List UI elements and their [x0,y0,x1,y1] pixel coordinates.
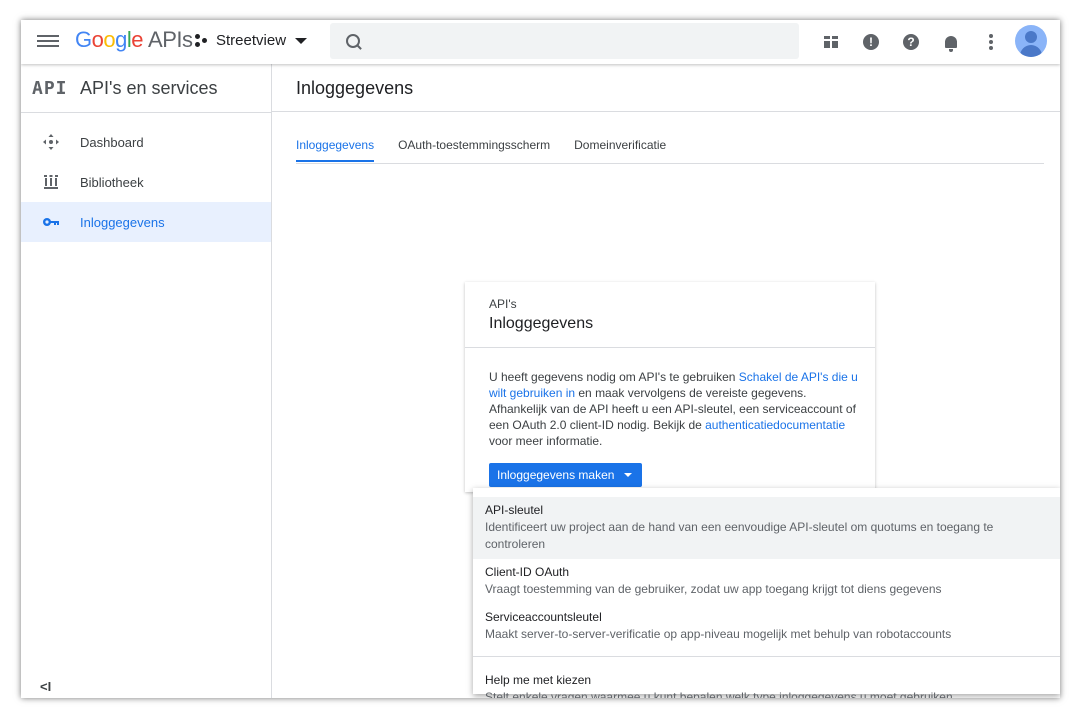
card-eyebrow: API's [489,297,517,311]
desc-text: U heeft gegevens nodig om API's te gebru… [489,370,739,384]
menu-item-help-me-choose[interactable]: Help me met kiezen Stelt enkele vragen w… [473,667,1060,698]
create-credentials-menu: API-sleutel Identificeert uw project aan… [473,488,1060,698]
logo-letter: o [91,27,104,52]
menu-item-title: Help me met kiezen [485,673,592,687]
sidebar-item-credentials[interactable]: Inloggegevens [21,202,271,242]
sidebar-item-label: Dashboard [80,134,144,150]
sidebar-item-library[interactable]: Bibliotheek [21,162,271,202]
tab-domain-verification[interactable]: Domeinverificatie [574,138,666,162]
menu-item-description: Vraagt toestemming van de gebruiker, zod… [485,582,942,596]
tab-credentials[interactable]: Inloggegevens [296,138,375,162]
auth-docs-link[interactable]: authenticatiedocumentatie [705,418,845,432]
search-icon [346,34,360,48]
collapse-sidebar-icon[interactable]: <I [40,679,51,694]
card-description: U heeft gegevens nodig om API's te gebru… [489,369,859,449]
menu-item-oauth-client-id[interactable]: Client-ID OAuth Vraagt toestemming van d… [473,559,1060,604]
logo-letter: g [115,27,127,52]
logo-letter: G [75,27,92,52]
menu-icon[interactable] [37,32,59,52]
project-icon [195,33,209,49]
button-label: Inloggegevens maken [497,468,615,482]
menu-item-api-key[interactable]: API-sleutel Identificeert uw project aan… [473,497,1060,559]
menu-item-title: Serviceaccountsleutel [485,610,602,624]
chevron-down-icon [295,37,308,44]
logo-letter: e [131,27,144,52]
help-icon[interactable]: ? [899,30,923,54]
project-selector[interactable]: Streetview [195,32,308,49]
desc-text: voor meer informatie. [489,434,603,448]
logo-letter: o [103,27,116,52]
menu-item-description: Stelt enkele vragen waarmee u kunt bepal… [485,690,953,698]
console-window: Google APIs Streetview ! ? API API's en s… [21,20,1060,698]
more-vert-icon[interactable] [979,30,1003,54]
library-icon [21,175,80,189]
sidebar-title: API's en services [80,77,218,98]
sidebar-item-label: Bibliotheek [80,174,144,190]
feedback-icon[interactable]: ! [859,30,883,54]
search-input[interactable] [370,23,794,61]
project-name: Streetview [216,32,287,49]
google-apis-logo[interactable]: Google APIs [75,27,193,53]
sidebar: API API's en services Dashboard Biblioth… [21,64,272,698]
sidebar-item-label: Inloggegevens [80,214,165,230]
dashboard-icon [21,134,80,150]
logo-suffix: APIs [148,27,193,52]
page-title: Inloggegevens [272,64,1060,112]
notifications-icon[interactable] [939,30,963,54]
menu-item-description: Maakt server-to-server-verificatie op ap… [485,627,952,641]
gift-icon[interactable] [819,30,843,54]
credentials-card: API's Inloggegevens U heeft gegevens nod… [465,282,875,492]
tab-bar: Inloggegevens OAuth-toestemmingsscherm D… [296,138,1044,164]
tab-oauth-consent[interactable]: OAuth-toestemmingsscherm [398,138,550,162]
sidebar-header: API API's en services [21,64,271,113]
card-divider [465,347,875,348]
menu-item-title: Client-ID OAuth [485,565,570,579]
api-badge-icon: API [32,77,68,99]
menu-item-description: Identificeert uw project aan de hand van… [485,520,994,551]
key-icon [21,217,80,227]
top-app-bar: Google APIs Streetview ! ? [21,20,1060,64]
menu-item-service-account-key[interactable]: Serviceaccountsleutel Maakt server-to-se… [473,604,1060,649]
create-credentials-button[interactable]: Inloggegevens maken [489,463,643,487]
chevron-down-icon [624,473,633,477]
avatar[interactable] [1015,25,1047,57]
menu-divider [473,656,1060,657]
search-bar[interactable] [330,23,799,61]
card-title: Inloggegevens [489,315,594,332]
sidebar-item-dashboard[interactable]: Dashboard [21,122,271,162]
menu-item-title: API-sleutel [485,503,544,517]
